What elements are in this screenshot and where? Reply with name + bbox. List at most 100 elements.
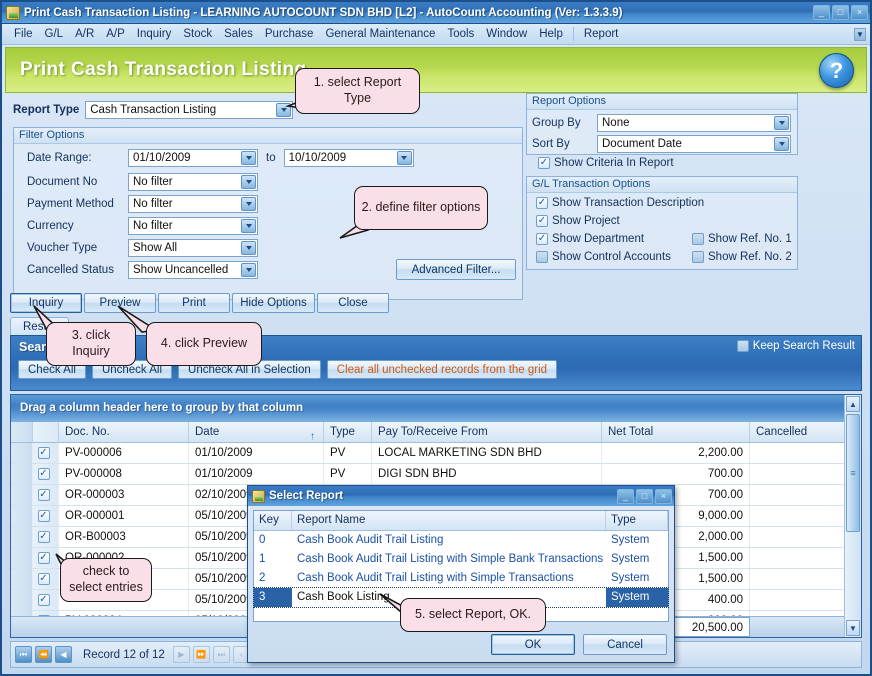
date-range-to-label: to — [266, 152, 276, 164]
show-criteria-checkbox[interactable]: ✓ Show Criteria In Report — [538, 157, 674, 169]
clear-unchecked-records-button[interactable]: Clear all unchecked records from the gri… — [326, 360, 558, 379]
menu-item-tools[interactable]: Tools — [441, 26, 480, 42]
document-no-select[interactable]: No filter — [128, 173, 258, 191]
menu-item-report[interactable]: Report — [578, 26, 625, 42]
close-button-action[interactable]: Close — [317, 293, 389, 313]
scrollbar-thumb[interactable]: ≡ — [846, 414, 860, 532]
show-transaction-description-checkbox[interactable]: ✓ Show Transaction Description — [536, 197, 704, 209]
show-ref-no-1-checkbox[interactable]: ✓ Show Ref. No. 1 — [692, 233, 792, 245]
report-type-select[interactable]: Cash Transaction Listing — [85, 101, 294, 119]
first-record-button[interactable]: ⏮ — [15, 646, 32, 663]
cancelled-status-label: Cancelled Status — [27, 264, 114, 276]
menu-item-stock[interactable]: Stock — [177, 26, 218, 42]
menu-item-sales[interactable]: Sales — [218, 26, 259, 42]
chevron-down-icon[interactable] — [774, 137, 789, 151]
sort-by-select[interactable]: Document Date — [597, 135, 791, 153]
cancel-button[interactable]: Cancel — [583, 634, 667, 655]
menu-item-gl[interactable]: G/L — [39, 26, 70, 42]
column-header-pay-to[interactable]: Pay To/Receive From — [372, 422, 602, 442]
payment-method-select[interactable]: No filter — [128, 195, 258, 213]
window-title: Print Cash Transaction Listing - LEARNIN… — [24, 6, 623, 19]
menu-item-ap[interactable]: A/P — [100, 26, 131, 42]
dialog-maximize-button[interactable]: □ — [636, 488, 653, 504]
calendar-dropdown-icon[interactable] — [396, 151, 412, 165]
row-select-checkbox[interactable]: ✓ — [33, 464, 59, 484]
menu-item-purchase[interactable]: Purchase — [259, 26, 320, 42]
show-control-accounts-checkbox[interactable]: ✓ Show Control Accounts — [536, 251, 671, 263]
column-header-doc-no[interactable]: Doc. No. — [59, 422, 189, 442]
show-department-checkbox[interactable]: ✓ Show Department — [536, 233, 644, 245]
next-page-button[interactable]: ⏩ — [192, 646, 210, 663]
show-ref-no-2-checkbox[interactable]: ✓ Show Ref. No. 2 — [692, 251, 792, 263]
menu-item-inquiry[interactable]: Inquiry — [131, 26, 178, 42]
calendar-dropdown-icon[interactable] — [241, 151, 256, 165]
chevron-down-icon[interactable] — [241, 241, 256, 255]
maximize-button[interactable]: □ — [832, 5, 849, 20]
column-header-type[interactable]: Type — [324, 422, 372, 442]
chevron-down-icon[interactable] — [774, 116, 789, 130]
menu-item-ar[interactable]: A/R — [69, 26, 100, 42]
chevron-down-icon[interactable]: ▼ — [854, 28, 866, 41]
previous-page-button[interactable]: ⏪ — [35, 646, 52, 663]
payment-method-value: No filter — [133, 198, 173, 210]
list-item[interactable]: 1 Cash Book Audit Trail Listing with Simp… — [254, 550, 668, 569]
list-item[interactable]: 0 Cash Book Audit Trail Listing System — [254, 531, 668, 550]
checkbox-icon: ✓ — [37, 552, 50, 564]
close-button[interactable]: × — [851, 5, 868, 20]
advanced-filter-button[interactable]: Advanced Filter... — [396, 259, 516, 280]
last-record-button[interactable]: ⏭ — [212, 646, 230, 663]
chevron-down-icon[interactable] — [241, 175, 256, 189]
date-from-input[interactable]: 01/10/2009 — [128, 149, 258, 167]
next-record-button[interactable]: ▶ — [172, 646, 190, 663]
cell-report-type: System — [611, 534, 650, 546]
column-header-report-name[interactable]: Report Name — [292, 511, 606, 530]
group-by-drop-area[interactable]: Drag a column header here to group by th… — [11, 395, 861, 422]
list-item[interactable]: 2 Cash Book Audit Trail Listing with Simp… — [254, 569, 668, 588]
show-project-checkbox[interactable]: ✓ Show Project — [536, 215, 620, 227]
date-to-input[interactable]: 10/10/2009 — [283, 149, 414, 167]
previous-record-button[interactable]: ◀ — [55, 646, 72, 663]
cell-doc-no: OR-B00003 — [59, 527, 189, 547]
chevron-down-icon[interactable] — [241, 197, 256, 211]
column-header-net-total[interactable]: Net Total — [602, 422, 750, 442]
currency-label: Currency — [27, 220, 74, 232]
cell-report-type: System — [611, 553, 650, 565]
menu-separator — [572, 27, 574, 41]
checkbox-icon: ✓ — [538, 157, 550, 169]
print-button[interactable]: Print — [158, 293, 230, 313]
grid-vertical-scrollbar[interactable]: ▲ ≡ ▼ — [844, 395, 861, 637]
column-header-key[interactable]: Key — [254, 511, 292, 530]
menu-item-window[interactable]: Window — [480, 26, 533, 42]
dialog-close-button[interactable]: × — [655, 488, 672, 504]
dialog-minimize-button[interactable]: _ — [617, 488, 634, 504]
chevron-down-icon[interactable] — [241, 219, 256, 233]
cancelled-status-select[interactable]: Show Uncancelled — [128, 261, 258, 279]
row-select-checkbox[interactable]: ✓ — [33, 527, 59, 547]
row-select-checkbox[interactable]: ✓ — [33, 590, 59, 610]
cancelled-status-row: Cancelled Status Show Uncancelled — [13, 261, 258, 279]
table-row[interactable]: ✓ PV-000008 01/10/2009 PV DIGI SDN BHD 700.00 — [11, 464, 861, 485]
column-header-date[interactable]: Date ↑ — [189, 422, 324, 442]
date-range-row: Date Range: 01/10/2009 to 10/10/2009 — [13, 149, 513, 167]
menu-item-help[interactable]: Help — [533, 26, 569, 42]
chevron-down-icon[interactable] — [241, 263, 256, 277]
minimize-button[interactable]: _ — [813, 5, 830, 20]
scroll-down-icon[interactable]: ▼ — [846, 620, 860, 636]
hide-options-button[interactable]: Hide Options — [232, 293, 315, 313]
ok-button[interactable]: OK — [491, 634, 575, 655]
voucher-type-select[interactable]: Show All — [128, 239, 258, 257]
currency-select[interactable]: No filter — [128, 217, 258, 235]
keep-search-result-checkbox[interactable]: ✓ Keep Search Result — [736, 340, 855, 352]
menu-item-file[interactable]: File — [8, 26, 39, 42]
column-header-report-type[interactable]: Type — [606, 511, 668, 530]
row-select-checkbox[interactable]: ✓ — [33, 485, 59, 505]
menu-item-general-maintenance[interactable]: General Maintenance — [319, 26, 441, 42]
row-select-checkbox[interactable]: ✓ — [33, 443, 59, 463]
table-row[interactable]: ✓ PV-000006 01/10/2009 PV LOCAL MARKETING SD… — [11, 443, 861, 464]
callout-click-inquiry: 3. click Inquiry — [46, 322, 136, 366]
row-select-checkbox[interactable]: ✓ — [33, 506, 59, 526]
scroll-up-icon[interactable]: ▲ — [846, 396, 860, 412]
group-by-select[interactable]: None — [597, 114, 791, 132]
report-type-row: Report Type Cash Transaction Listing — [13, 101, 294, 119]
document-no-value: No filter — [133, 176, 173, 188]
